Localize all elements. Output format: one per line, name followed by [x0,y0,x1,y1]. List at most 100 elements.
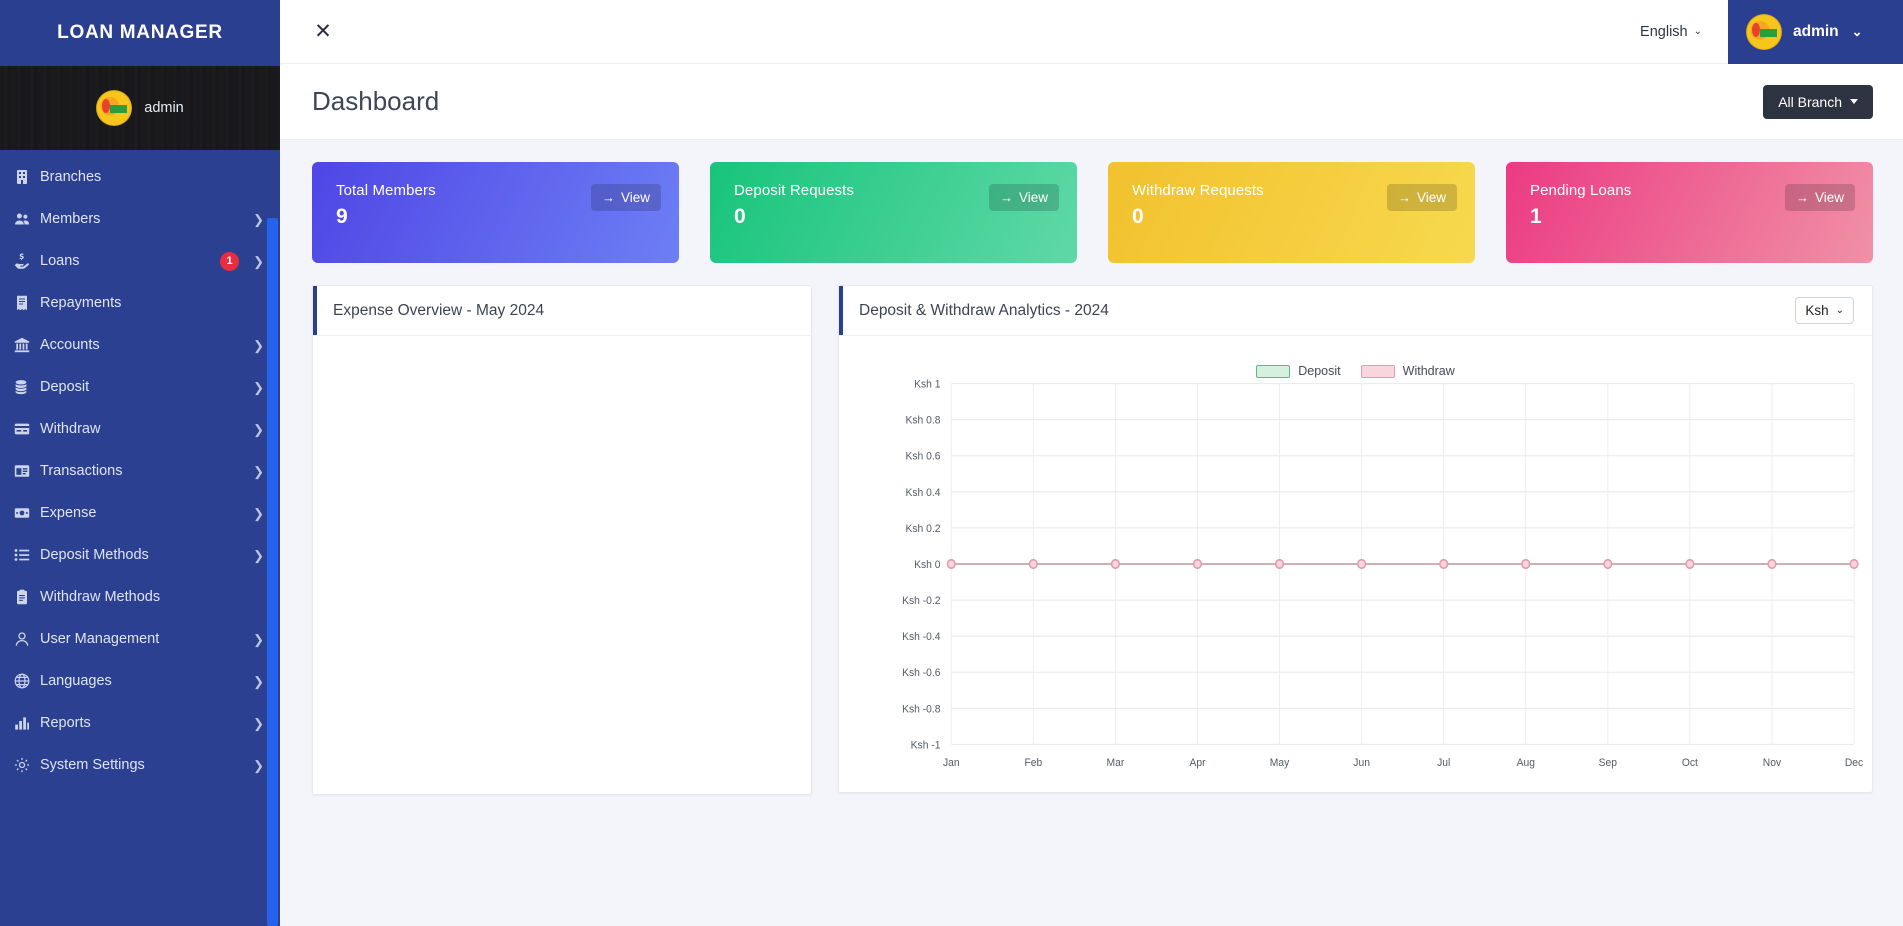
chart-xtick-label: Dec [1845,757,1864,770]
language-label: English [1640,23,1688,40]
chart-point-withdraw-Oct[interactable] [1685,559,1695,569]
chart-point-withdraw-Apr[interactable] [1192,559,1202,569]
stat-card-texts: Deposit Requests 0 [734,182,989,229]
sidebar-item-deposit-methods[interactable]: Deposit Methods ❯ [0,534,280,576]
chart-ytick-label: Ksh 1 [914,378,940,391]
chart-ytick-label: Ksh 0.8 [906,414,941,427]
stat-card-view-button[interactable]: → View [590,184,661,211]
chart-point-withdraw-Dec[interactable] [1849,559,1859,569]
chart-ytick-label: Ksh -0.2 [902,595,940,608]
sidebar-item-label: Withdraw Methods [40,589,161,605]
analytics-chart: Deposit Withdraw Ksh 1 Ksh 0.8 Ksh 0.6 Ksh 0… [839,336,1872,792]
stat-card-view-button[interactable]: → View [1784,184,1855,211]
building-icon [14,169,40,185]
list-icon [14,547,40,563]
chart-ytick-label: Ksh 0.4 [906,486,941,499]
bank-icon [14,337,40,353]
analytics-panel: Deposit & Withdraw Analytics - 2024 Ksh … [838,285,1873,793]
sidebar-profile[interactable]: admin [0,66,280,150]
sidebar-item-loans[interactable]: Loans 1 ❯ [0,240,280,282]
stat-card-texts: Total Members 9 [336,182,591,229]
arrow-right-icon: → [1397,190,1411,205]
chart-xtick-label: Jun [1353,757,1370,770]
chevron-right-icon: ❯ [253,673,264,689]
sidebar-item-label: Languages [40,673,112,689]
chart-xtick-label: Nov [1763,757,1782,770]
chart-xtick-label: Mar [1107,757,1125,770]
chart-point-withdraw-Jun[interactable] [1357,559,1367,569]
chart-xtick-label: Aug [1517,757,1535,770]
chevron-down-icon: ⌄ [1835,304,1844,316]
analytics-title: Deposit & Withdraw Analytics - 2024 [859,301,1109,319]
stat-card-value: 9 [336,205,348,228]
sidebar-nav: Branches Members ❯ Loans 1 ❯ Repayments Account… [0,150,280,786]
chart-point-withdraw-Sep[interactable] [1603,559,1613,569]
sidebar-item-label: Repayments [40,295,122,311]
main-area: ✕ English ⌄ admin ⌄ Dashboard All Branch… [280,0,1903,926]
sidebar-item-badge: 1 [220,251,240,271]
chart-ytick-label: Ksh -0.4 [902,631,940,644]
sidebar-item-withdraw-methods[interactable]: Withdraw Methods [0,576,280,618]
chart-point-withdraw-Aug[interactable] [1521,559,1531,569]
sidebar-item-user-management[interactable]: User Management ❯ [0,618,280,660]
sidebar-item-repayments[interactable]: Repayments [0,282,280,324]
sidebar-item-transactions[interactable]: Transactions ❯ [0,450,280,492]
sidebar-item-label: System Settings [40,757,145,773]
chart-point-withdraw-Mar[interactable] [1110,559,1120,569]
sidebar-item-members[interactable]: Members ❯ [0,198,280,240]
analytics-body: Deposit Withdraw Ksh 1 Ksh 0.8 Ksh 0.6 Ksh 0… [839,336,1872,792]
gear-icon [14,757,40,773]
chevron-right-icon: ❯ [253,379,264,395]
stat-card-total-members: Total Members 9 → View [312,162,679,263]
stat-card-view-button[interactable]: → View [1386,184,1457,211]
stat-card-view-button[interactable]: → View [988,184,1059,211]
stat-card-withdraw-requests: Withdraw Requests 0 → View [1108,162,1475,263]
arrow-right-icon: → [999,190,1013,205]
chart-ytick-label: Ksh 0.6 [906,450,941,463]
user-icon [14,631,40,647]
sidebar-item-branches[interactable]: Branches [0,156,280,198]
branch-filter-button[interactable]: All Branch [1763,84,1873,119]
chart-xtick-label: Oct [1682,757,1698,770]
chart-ytick-label: Ksh 0.2 [906,522,941,535]
expense-overview-panel: Expense Overview - May 2024 [312,285,812,795]
currency-select[interactable]: Ksh ⌄ [1795,297,1854,324]
chart-point-withdraw-Jul[interactable] [1439,559,1449,569]
sidebar-scrollbar[interactable] [267,218,278,926]
user-avatar [1746,13,1782,50]
chart-point-withdraw-May[interactable] [1275,559,1285,569]
stat-card-title: Pending Loans [1530,182,1632,199]
language-selector[interactable]: English ⌄ [1640,24,1728,40]
sidebar-item-accounts[interactable]: Accounts ❯ [0,324,280,366]
close-icon[interactable]: ✕ [310,19,336,45]
sidebar-item-label: Loans [40,253,80,269]
window-icon [14,463,40,479]
sidebar-item-label: Expense [40,505,97,521]
stat-card-title: Total Members [336,182,436,199]
sidebar-item-label: Deposit Methods [40,547,149,563]
sidebar-item-withdraw[interactable]: Withdraw ❯ [0,408,280,450]
sidebar-item-reports[interactable]: Reports ❯ [0,702,280,744]
sidebar-item-label: Members [40,211,101,227]
sidebar-item-label: User Management [40,631,160,647]
chart-ytick-label: Ksh -1 [911,739,941,752]
chart-point-withdraw-Jan[interactable] [946,559,956,569]
chart-point-withdraw-Nov[interactable] [1767,559,1777,569]
chevron-right-icon: ❯ [253,211,264,227]
sidebar-item-system-settings[interactable]: System Settings ❯ [0,744,280,786]
caret-down-icon [1850,99,1858,104]
dashboard-page: LOAN MANAGER admin Branches Members ❯ Loans… [0,0,1903,926]
user-menu[interactable]: admin ⌄ [1728,0,1903,64]
bar-chart-icon [14,715,40,731]
chart-ytick-label: Ksh -0.8 [902,703,940,716]
stat-card-pending-loans: Pending Loans 1 → View [1506,162,1873,263]
sidebar-item-languages[interactable]: Languages ❯ [0,660,280,702]
expense-overview-body [313,336,811,794]
sidebar-item-expense[interactable]: Expense ❯ [0,492,280,534]
sidebar-profile-name: admin [144,100,184,116]
hand-money-icon [14,253,40,269]
chart-xtick-label: Jul [1437,757,1450,770]
chart-point-withdraw-Feb[interactable] [1028,559,1038,569]
chevron-right-icon: ❯ [253,715,264,731]
sidebar-item-deposit[interactable]: Deposit ❯ [0,366,280,408]
